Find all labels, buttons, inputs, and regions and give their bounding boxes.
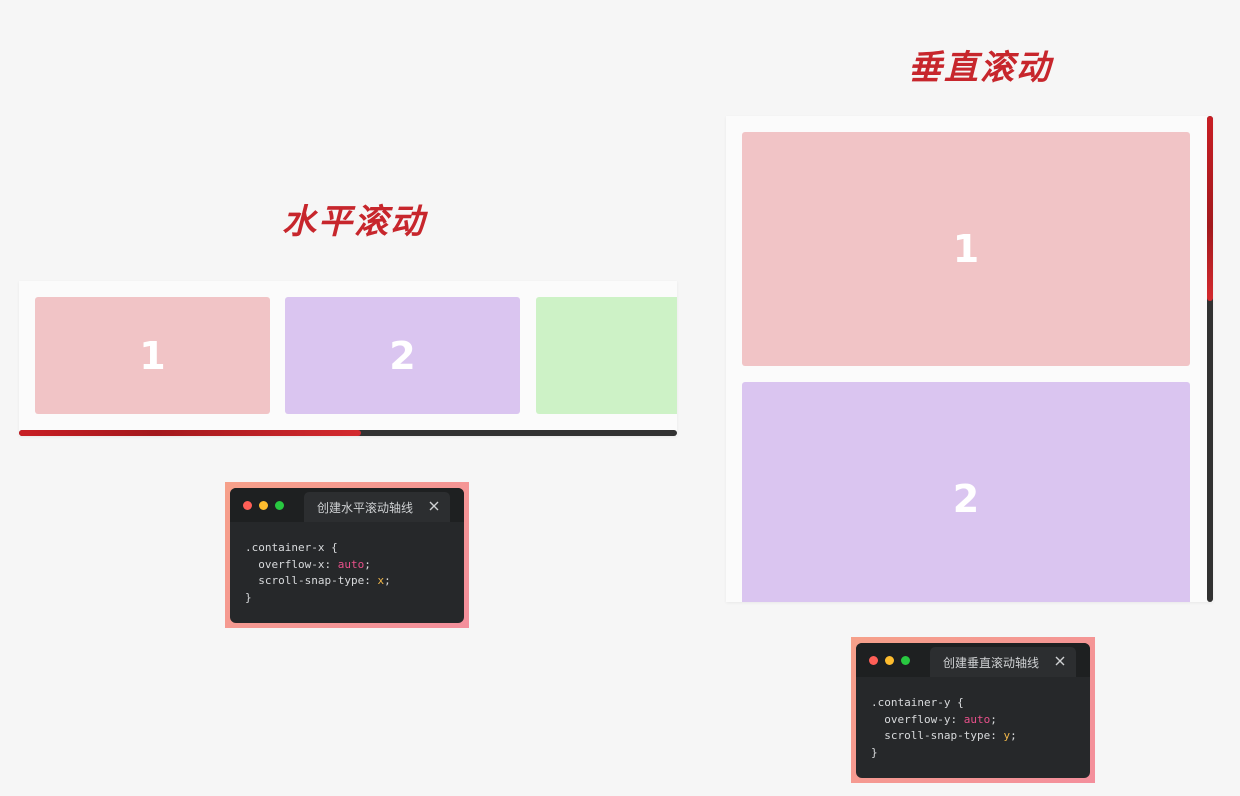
window-titlebar: 创建垂直滚动轴线 [856, 643, 1090, 677]
minimize-dot-icon [259, 501, 268, 510]
editor-tab[interactable]: 创建水平滚动轴线 [304, 492, 450, 522]
maximize-dot-icon [901, 656, 910, 665]
close-dot-icon [243, 501, 252, 510]
card-label: 1 [952, 227, 980, 271]
tab-label: 创建垂直滚动轴线 [943, 655, 1040, 670]
close-dot-icon [869, 656, 878, 665]
vertical-scroll-container[interactable]: 1 2 [726, 116, 1213, 602]
card-label: 1 [139, 333, 166, 378]
code-value: y [1003, 729, 1011, 742]
maximize-dot-icon [275, 501, 284, 510]
code-value: auto [963, 712, 991, 726]
vertical-scrollbar[interactable] [1207, 116, 1213, 602]
vertical-scrollbar-thumb[interactable] [1207, 116, 1213, 301]
code-property: scroll-snap-type [258, 574, 365, 587]
code-selector: .container-y { [871, 696, 964, 709]
tab-label: 创建水平滚动轴线 [317, 500, 414, 515]
close-icon[interactable] [427, 499, 441, 513]
code-value: x [377, 574, 385, 587]
code-property: overflow-x [258, 557, 325, 571]
code-property: overflow-y [884, 712, 951, 726]
horizontal-scrollbar-thumb[interactable] [19, 430, 362, 436]
code-snippet-horizontal: 创建水平滚动轴线 .container-x { overflow-x: auto… [225, 482, 469, 628]
code-block: .container-x { overflow-x: auto; scroll-… [245, 541, 391, 604]
code-property: scroll-snap-type [884, 729, 991, 742]
code-value: auto [337, 557, 365, 571]
code-block: .container-y { overflow-y: auto; scroll-… [871, 696, 1017, 759]
horizontal-card-3: 3 [536, 297, 677, 414]
code-window: 创建垂直滚动轴线 .container-y { overflow-y: auto… [856, 643, 1090, 778]
horizontal-scrollbar[interactable] [19, 430, 677, 436]
vertical-card-1: 1 [742, 132, 1190, 366]
window-titlebar: 创建水平滚动轴线 [230, 488, 464, 522]
vertical-scroll-title: 垂直滚动 [908, 48, 1052, 88]
horizontal-scroll-container[interactable]: 1 2 3 [19, 281, 677, 436]
vertical-card-2: 2 [742, 382, 1190, 602]
code-selector: .container-x { [245, 541, 338, 554]
code-window: 创建水平滚动轴线 .container-x { overflow-x: auto… [230, 488, 464, 623]
code-snippet-vertical: 创建垂直滚动轴线 .container-y { overflow-y: auto… [851, 637, 1095, 783]
horizontal-card-2: 2 [285, 297, 520, 414]
card-label: 2 [952, 477, 980, 521]
code-close-brace: } [871, 745, 878, 759]
close-icon[interactable] [1053, 654, 1067, 668]
minimize-dot-icon [885, 656, 894, 665]
horizontal-scroll-title: 水平滚动 [282, 202, 426, 242]
card-label: 2 [389, 333, 416, 378]
editor-tab[interactable]: 创建垂直滚动轴线 [930, 647, 1076, 677]
code-close-brace: } [245, 590, 252, 604]
horizontal-card-1: 1 [35, 297, 270, 414]
